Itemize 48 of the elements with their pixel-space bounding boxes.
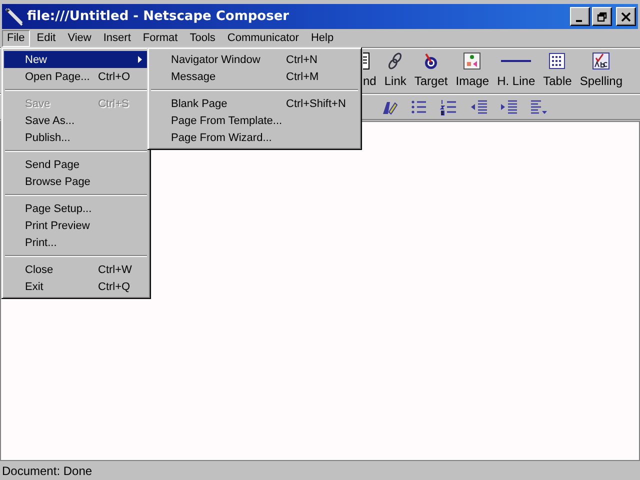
spelling-icon — [592, 52, 610, 70]
menu-item[interactable]: Message Ctrl+M — [150, 68, 359, 85]
menu-item[interactable]: Edit — [32, 30, 61, 46]
menu-item[interactable]: Blank Page Ctrl+Shift+N — [150, 95, 359, 112]
menu-item[interactable]: Close Ctrl+W — [4, 261, 148, 278]
menu-item[interactable]: Send Page — [4, 156, 148, 173]
toolbar-button[interactable]: Target — [410, 52, 452, 93]
close-button[interactable] — [616, 7, 636, 26]
menu-item[interactable]: Navigator Window Ctrl+N — [150, 51, 359, 68]
close-icon — [621, 12, 631, 22]
menu-item[interactable]: Format — [138, 30, 183, 46]
toolbar-button[interactable]: Image — [452, 52, 494, 93]
toolbar-button[interactable]: H. Line — [493, 52, 540, 93]
menu-item[interactable]: Insert — [98, 30, 136, 46]
chain-link-icon — [386, 52, 404, 70]
menu-item[interactable]: Tools — [184, 30, 220, 46]
document-icon — [363, 52, 370, 70]
table-icon — [549, 53, 566, 69]
toolbar-button[interactable]: Table — [539, 52, 576, 93]
menu-item[interactable]: Browse Page — [4, 173, 148, 190]
minimize-icon — [576, 20, 582, 22]
menu-item[interactable]: Print... — [4, 234, 148, 251]
restore-button[interactable] — [592, 7, 612, 26]
menu-item[interactable]: Publish... — [4, 129, 148, 146]
restore-icon — [597, 12, 607, 22]
image-icon — [463, 52, 482, 70]
horizontal-line-icon — [501, 59, 532, 63]
quill-icon — [4, 6, 24, 26]
toolbar-button[interactable]: Spelling — [576, 52, 627, 93]
menu-item[interactable]: Open Page... Ctrl+O — [4, 68, 148, 85]
menu-item[interactable]: View — [62, 30, 96, 46]
menu-item[interactable]: Save As... — [4, 112, 148, 129]
menu-item[interactable]: File — [2, 30, 30, 46]
menu-item[interactable]: Page From Template... — [150, 112, 359, 129]
minimize-button[interactable] — [570, 7, 590, 26]
menu-item[interactable]: New — [4, 51, 148, 68]
menu-item[interactable]: Exit Ctrl+Q — [4, 278, 148, 295]
menu-item[interactable]: Communicator — [222, 30, 304, 46]
indent-icon[interactable] — [498, 98, 520, 116]
toolbar-button[interactable]: Link — [380, 52, 410, 93]
menu-item[interactable]: Help — [306, 30, 339, 46]
status-text: Document: Done — [2, 464, 92, 478]
window-title: file:///Untitled - Netscape Composer — [27, 9, 290, 24]
menu-item[interactable]: Print Preview — [4, 217, 148, 234]
toolbar-button[interactable]: nd — [363, 52, 380, 93]
align-left-icon[interactable] — [528, 98, 550, 116]
menu-item[interactable]: Page From Wizard... — [150, 129, 359, 146]
menu-item[interactable]: Page Setup... — [4, 200, 148, 217]
